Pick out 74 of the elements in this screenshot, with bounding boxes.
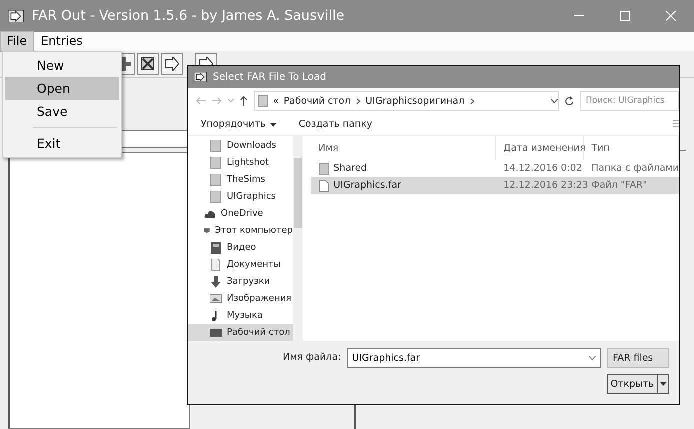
- column-header[interactable]: Дата изменения: [496, 136, 584, 160]
- back-arrow-icon[interactable]: [196, 97, 206, 105]
- menu-item[interactable]: New: [5, 54, 119, 77]
- breadcrumb-item[interactable]: UIGraphicsоригинал: [366, 96, 465, 106]
- nav-item[interactable]: Lightshot: [188, 154, 293, 172]
- up-arrow-icon[interactable]: [240, 96, 248, 106]
- document-icon: [210, 258, 222, 271]
- nav-item[interactable]: Музыка: [188, 307, 293, 324]
- minimize-icon[interactable]: [574, 15, 584, 17]
- arrow-icon: [165, 57, 179, 71]
- nav-item[interactable]: Загрузки: [188, 273, 293, 290]
- nav-item[interactable]: Видео: [188, 240, 293, 256]
- view-options-icon[interactable]: [673, 120, 679, 129]
- menu-item[interactable]: File: [0, 31, 34, 52]
- nav-item[interactable]: Изображения: [188, 290, 293, 308]
- caret-icon[interactable]: [228, 99, 234, 103]
- nav-item[interactable]: OneDrive: [188, 206, 293, 223]
- breadcrumb-overflow[interactable]: «: [273, 96, 279, 106]
- file-name: Shared: [334, 163, 368, 174]
- file-name: UIGraphics.far: [334, 180, 402, 191]
- folder-icon: [318, 162, 329, 174]
- nav-item[interactable]: Документы: [188, 256, 293, 274]
- app-icon: [8, 10, 24, 22]
- open-button[interactable]: Открыть: [607, 374, 669, 394]
- caret-icon: [660, 382, 666, 386]
- file-type: Папка с файлами: [590, 163, 679, 174]
- file-row[interactable]: UIGraphics.far 12.12.2016 23:23 Файл "FAR": [310, 177, 679, 194]
- chevron-right-icon: [470, 98, 475, 104]
- file-date: 14.12.2016 0:02: [502, 163, 584, 174]
- scrollbar[interactable]: [293, 136, 303, 341]
- chevron-down-icon[interactable]: [589, 356, 596, 360]
- nav-item[interactable]: Этот компьютер: [188, 222, 293, 240]
- folder-icon: [210, 191, 222, 204]
- nav-item[interactable]: TheSims: [188, 172, 293, 189]
- column-header[interactable]: Имя: [310, 136, 496, 160]
- close-icon[interactable]: [666, 11, 676, 21]
- crossed-box-icon: [141, 57, 155, 71]
- menu-item[interactable]: Save: [5, 100, 119, 123]
- menu-item[interactable]: Exit: [5, 132, 119, 155]
- menu-item[interactable]: Open: [5, 77, 119, 100]
- file-row[interactable]: Shared 14.12.2016 0:02 Папка с файлами: [310, 160, 679, 177]
- film-icon: [210, 242, 222, 254]
- menu-item[interactable]: Entries: [34, 31, 90, 52]
- folder-icon: [210, 140, 222, 152]
- toolbar-command[interactable]: Упорядочить: [201, 119, 277, 130]
- toolbar-button[interactable]: [137, 53, 159, 75]
- filename-field[interactable]: UIGraphics.far: [347, 348, 601, 368]
- address-bar[interactable]: « Рабочий стол UIGraphicsоригинал: [254, 91, 559, 111]
- refresh-icon[interactable]: [565, 96, 574, 106]
- nav-item[interactable]: UIGraphics: [188, 188, 293, 206]
- folder-icon: [210, 157, 222, 170]
- maximize-icon[interactable]: [620, 11, 630, 21]
- file-icon: [318, 180, 329, 192]
- nav-item[interactable]: Downloads: [188, 138, 293, 155]
- download-arrow-icon: [210, 276, 222, 288]
- toolbar-command[interactable]: Создать папку: [298, 119, 373, 130]
- chevron-down-icon[interactable]: [551, 98, 558, 104]
- toolbar-button[interactable]: [161, 53, 183, 75]
- nav-item[interactable]: Рабочий стол: [188, 324, 293, 342]
- chevron-right-icon: [356, 98, 361, 104]
- window-title: FAR Out - Version 1.5.6 - by James A. Sausville: [32, 8, 345, 24]
- app-icon: [194, 72, 207, 82]
- folder-icon: [210, 174, 222, 186]
- entries-list[interactable]: [8, 152, 190, 429]
- image-icon: [210, 292, 222, 305]
- column-header[interactable]: Тип: [584, 136, 679, 160]
- breadcrumb-item[interactable]: Рабочий стол: [284, 96, 351, 106]
- file-type-filter[interactable]: FAR files: [607, 348, 669, 368]
- search-field[interactable]: Поиск: UIGraphics: [580, 91, 679, 111]
- filename-label: Имя файла:: [283, 352, 342, 365]
- folder-icon: [258, 95, 268, 107]
- desktop-icon: [210, 326, 222, 339]
- dialog-title: Select FAR File To Load: [213, 72, 326, 82]
- forward-arrow-icon[interactable]: [212, 97, 222, 105]
